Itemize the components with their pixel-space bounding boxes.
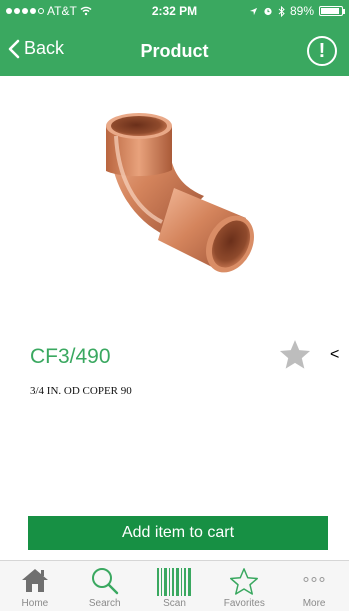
tab-more[interactable]: More bbox=[279, 561, 349, 611]
product-code: CF3/490 bbox=[30, 345, 111, 368]
tab-scan[interactable]: Scan bbox=[140, 561, 210, 611]
add-to-cart-button[interactable]: Add item to cart bbox=[28, 516, 328, 550]
alarm-clock-icon bbox=[264, 7, 272, 16]
favorite-star-icon[interactable] bbox=[278, 338, 312, 372]
tab-more-label: More bbox=[302, 598, 326, 609]
product-description: 3/4 IN. OD COPER 90 bbox=[30, 385, 132, 397]
bluetooth-icon bbox=[278, 5, 285, 17]
page-title: Product bbox=[140, 41, 209, 61]
search-icon bbox=[91, 568, 118, 595]
star-icon bbox=[230, 568, 259, 595]
nav-bar: Back Product ! bbox=[0, 30, 349, 74]
tab-favorites[interactable]: Favorites bbox=[209, 561, 279, 611]
share-chevron[interactable]: < bbox=[330, 346, 339, 364]
tab-favorites-label: Favorites bbox=[223, 598, 265, 609]
status-right: 89% bbox=[249, 4, 345, 18]
tab-bar: Home Search Scan Favorites More bbox=[0, 560, 349, 611]
product-image bbox=[106, 113, 254, 273]
tab-search[interactable]: Search bbox=[70, 561, 140, 611]
header-bar: AT&T 2:32 PM 89% Back Product ! bbox=[0, 0, 349, 76]
battery-percent: 89% bbox=[289, 4, 314, 18]
tab-home[interactable]: Home bbox=[0, 561, 70, 611]
tab-search-label: Search bbox=[88, 598, 121, 609]
info-button[interactable]: ! bbox=[307, 36, 337, 66]
tab-home-label: Home bbox=[21, 598, 49, 609]
battery-fill bbox=[321, 8, 339, 14]
tab-scan-label: Scan bbox=[163, 598, 186, 609]
battery-icon bbox=[319, 6, 345, 16]
location-arrow-icon bbox=[249, 7, 258, 15]
barcode-icon bbox=[157, 568, 192, 596]
more-icon bbox=[303, 577, 325, 582]
home-icon bbox=[21, 569, 48, 592]
status-bar: AT&T 2:32 PM 89% bbox=[0, 0, 349, 22]
